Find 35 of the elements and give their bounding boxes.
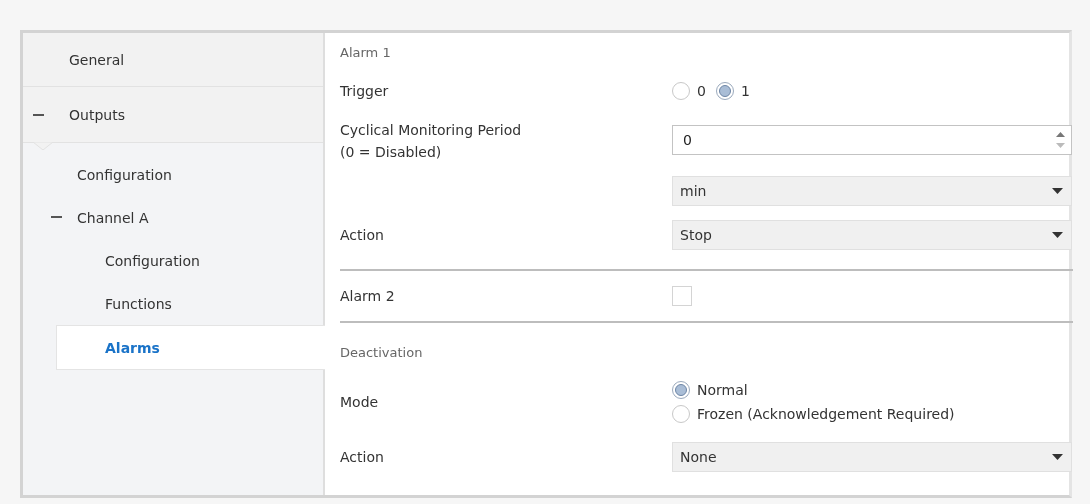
- field-label: Trigger: [340, 82, 390, 101]
- section-heading: Deactivation: [340, 344, 423, 360]
- tree-item[interactable]: Configuration: [23, 153, 323, 196]
- option-label: 1: [740, 83, 750, 99]
- caret-icon: [1052, 454, 1063, 460]
- dropdown[interactable]: min: [672, 176, 1072, 206]
- radio-button[interactable]: [672, 405, 690, 423]
- tree-item[interactable]: Alarms: [56, 325, 325, 370]
- field-label: Action: [340, 226, 385, 245]
- checkbox[interactable]: [672, 286, 692, 306]
- tree-item[interactable]: Functions: [23, 282, 323, 325]
- field-label: Mode: [340, 393, 380, 412]
- field-label: Action: [340, 448, 385, 467]
- tree-item[interactable]: Configuration: [23, 239, 323, 282]
- tree-item[interactable]: Channel A: [23, 196, 323, 239]
- section-heading: Alarm 1: [340, 44, 391, 60]
- caret-icon: [1052, 188, 1063, 194]
- dropdown[interactable]: Stop: [672, 220, 1072, 250]
- radio-option[interactable]: Frozen (Acknowledgement Required): [672, 405, 955, 423]
- field-label: Alarm 2: [340, 287, 396, 306]
- option-label: Frozen (Acknowledgement Required): [697, 406, 955, 422]
- radio-option[interactable]: 0: [672, 82, 706, 100]
- radio-button[interactable]: [672, 381, 690, 399]
- radio-option[interactable]: Normal: [672, 381, 955, 399]
- dropdown[interactable]: None: [672, 442, 1072, 472]
- radio-button[interactable]: [715, 82, 734, 100]
- field-label: Cyclical Monitoring Period (0 = Disabled): [340, 121, 523, 162]
- nav-item[interactable]: General: [23, 33, 323, 87]
- option-label: 0: [697, 83, 706, 99]
- spinner-icon[interactable]: [1056, 131, 1065, 149]
- option-label: Normal: [697, 382, 748, 398]
- number-field[interactable]: 0: [672, 125, 1072, 155]
- radio-option[interactable]: 1: [715, 82, 750, 100]
- caret-icon: [1052, 232, 1063, 238]
- radio-button[interactable]: [672, 82, 690, 100]
